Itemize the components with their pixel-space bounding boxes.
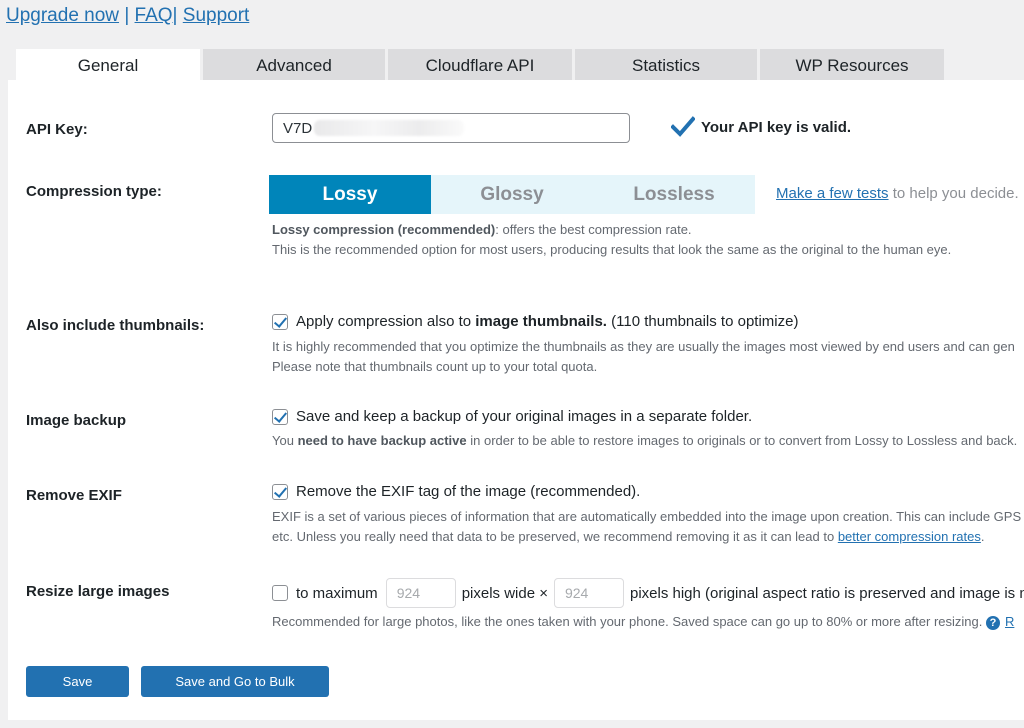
resize-checkbox[interactable] bbox=[272, 585, 288, 601]
api-key-label: API Key: bbox=[26, 121, 88, 138]
thumbnails-label: Also include thumbnails: bbox=[26, 317, 205, 334]
link-separator: | bbox=[172, 5, 178, 26]
tab-wp-resources[interactable]: WP Resources bbox=[760, 49, 944, 80]
help-icon[interactable]: ? bbox=[985, 616, 1000, 630]
resize-text-post: pixels high (original aspect ratio is pr… bbox=[629, 584, 1024, 602]
tab-cloudflare-api[interactable]: Cloudflare API bbox=[388, 49, 572, 80]
tab-general[interactable]: General bbox=[16, 49, 200, 80]
backup-description: You need to have backup active in order … bbox=[272, 433, 1017, 448]
backup-text: Save and keep a backup of your original … bbox=[296, 408, 753, 425]
api-key-input[interactable]: V7D bbox=[272, 113, 630, 143]
backup-desc-pre: You bbox=[272, 433, 294, 448]
thumbnails-description: It is highly recommended that you optimi… bbox=[272, 339, 1015, 354]
tests-suffix: to help you decide. bbox=[892, 185, 1019, 202]
thumbnails-count: (110 thumbnails to optimize) bbox=[611, 313, 799, 330]
compression-glossy-option[interactable]: Glossy bbox=[431, 175, 593, 214]
resize-text-pre: to maximum bbox=[296, 584, 378, 602]
backup-checkbox[interactable] bbox=[272, 408, 288, 425]
exif-description-line2: etc. Unless you really need that data to… bbox=[272, 529, 985, 544]
api-key-redaction bbox=[314, 120, 465, 136]
max-width-input[interactable]: 924 bbox=[385, 578, 456, 608]
thumbnails-checkbox[interactable] bbox=[272, 313, 288, 330]
faq-link[interactable]: FAQ bbox=[135, 5, 173, 26]
exif-description: EXIF is a set of various pieces of infor… bbox=[272, 509, 1022, 524]
tab-statistics[interactable]: Statistics bbox=[575, 49, 757, 80]
checkmark-icon bbox=[671, 116, 695, 137]
resize-desc-text: Recommended for large photos, like the o… bbox=[272, 614, 983, 629]
api-key-value: V7D bbox=[283, 120, 313, 137]
exif-text: Remove the EXIF tag of the image (recomm… bbox=[296, 483, 641, 500]
backup-desc-post: in order to be able to restore images to… bbox=[470, 433, 1018, 448]
thumbnails-text-bold: image thumbnails. bbox=[475, 313, 607, 330]
api-key-valid-text: Your API key is valid. bbox=[701, 118, 852, 136]
link-separator: | bbox=[124, 5, 130, 26]
remove-exif-label: Remove EXIF bbox=[26, 487, 122, 504]
exif-desc-post: . bbox=[980, 529, 985, 544]
better-compression-link[interactable]: better compression rates bbox=[838, 529, 981, 544]
backup-desc-bold: need to have backup active bbox=[297, 433, 467, 448]
backup-option: Save and keep a backup of your original … bbox=[272, 408, 752, 425]
resize-description: Recommended for large photos, like the o… bbox=[272, 614, 1014, 630]
upgrade-link[interactable]: Upgrade now bbox=[6, 5, 119, 26]
resize-mid-text: pixels wide × bbox=[461, 584, 548, 602]
support-link[interactable]: Support bbox=[183, 5, 250, 26]
exif-option: Remove the EXIF tag of the image (recomm… bbox=[272, 483, 640, 500]
top-links: Upgrade now | FAQ| Support bbox=[6, 5, 249, 27]
compression-description-line2: This is the recommended option for most … bbox=[272, 242, 952, 257]
compression-type-selector: Lossy Glossy Lossless bbox=[269, 175, 755, 214]
compression-lossless-option[interactable]: Lossless bbox=[593, 175, 755, 214]
tab-advanced[interactable]: Advanced bbox=[203, 49, 385, 80]
exif-checkbox[interactable] bbox=[272, 483, 288, 500]
api-key-status: Your API key is valid. bbox=[671, 116, 851, 138]
settings-tabs: General Advanced Cloudflare API Statisti… bbox=[16, 49, 947, 80]
thumbnails-description-line2: Please note that thumbnails count up to … bbox=[272, 359, 598, 374]
compression-description: Lossy compression (recommended): offers … bbox=[272, 222, 692, 237]
compression-desc-bold: Lossy compression (recommended) bbox=[272, 222, 496, 237]
make-tests-link[interactable]: Make a few tests bbox=[776, 185, 889, 202]
compression-type-label: Compression type: bbox=[26, 183, 162, 200]
max-height-input[interactable]: 924 bbox=[553, 578, 624, 608]
thumbnails-text-pre: Apply compression also to bbox=[296, 313, 472, 330]
compression-lossy-option[interactable]: Lossy bbox=[269, 175, 431, 214]
resize-option: to maximum 924 pixels wide × 924 pixels … bbox=[272, 578, 1024, 608]
save-and-bulk-process-button[interactable]: Save and Go to Bulk Process bbox=[141, 666, 329, 720]
thumbnails-option: Apply compression also to image thumbnai… bbox=[272, 313, 798, 330]
resize-help-link[interactable]: R bbox=[1005, 614, 1014, 629]
resize-large-images-label: Resize large images bbox=[26, 583, 170, 600]
save-changes-button[interactable]: Save Changes bbox=[26, 666, 129, 720]
exif-desc-pre: etc. Unless you really need that data to… bbox=[272, 529, 835, 544]
compression-tests-hint: Make a few tests to help you decide. bbox=[776, 185, 1019, 202]
compression-desc-rest: : offers the best compression rate. bbox=[495, 222, 692, 237]
image-backup-label: Image backup bbox=[26, 412, 127, 429]
